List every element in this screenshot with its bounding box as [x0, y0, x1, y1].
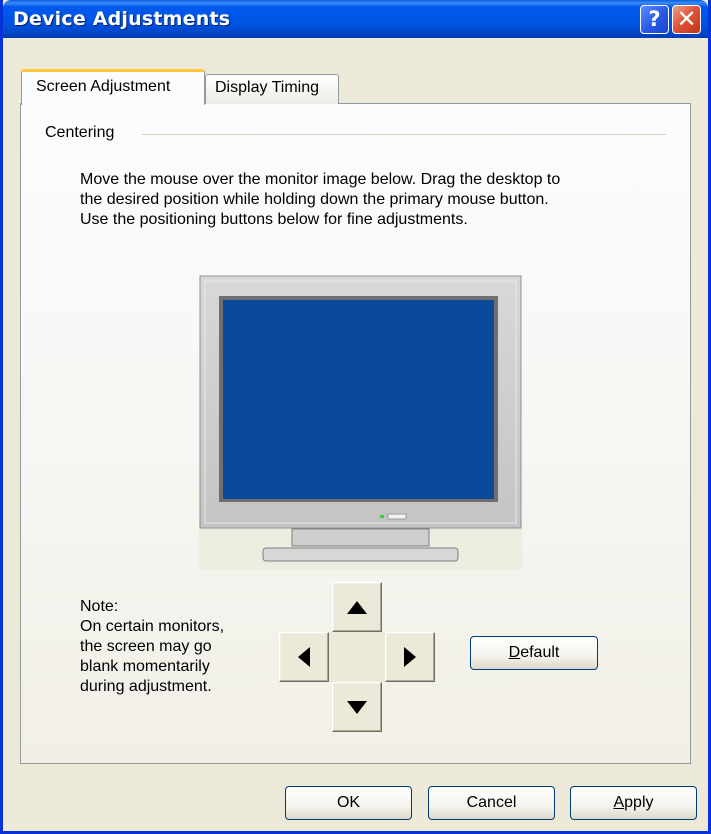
button-label: Cancel — [466, 794, 517, 811]
position-arrows — [279, 582, 435, 732]
note-line: Note: — [80, 598, 119, 615]
note-text: Note: On certain monitors, the screen ma… — [80, 597, 224, 697]
move-up-button[interactable] — [332, 582, 382, 632]
ok-button[interactable]: OK — [285, 786, 412, 820]
cancel-button[interactable]: Cancel — [428, 786, 555, 820]
help-button[interactable]: ? — [640, 5, 669, 34]
centering-group-label: Centering — [45, 124, 115, 141]
help-icon: ? — [648, 7, 661, 31]
mnemonic-letter: A — [613, 794, 625, 811]
instruction-line: Move the mouse over the monitor image be… — [80, 171, 561, 188]
note-line: blank momentarily — [80, 658, 210, 675]
tab-label: Display Timing — [215, 79, 320, 96]
button-label: pply — [624, 794, 654, 811]
note-line: during adjustment. — [80, 678, 212, 695]
arrows-center — [329, 632, 385, 682]
move-down-button[interactable] — [332, 682, 382, 732]
note-line: the screen may go — [80, 638, 212, 655]
tab-label: Screen Adjustment — [36, 78, 171, 95]
arrow-left-icon — [298, 647, 310, 667]
arrow-down-icon — [347, 701, 367, 714]
monitor-screen[interactable] — [223, 300, 494, 499]
button-label: OK — [336, 794, 361, 811]
group-divider — [142, 134, 666, 135]
note-line: On certain monitors, — [80, 618, 225, 635]
move-right-button[interactable] — [385, 632, 435, 682]
centering-instructions: Move the mouse over the monitor image be… — [80, 170, 670, 230]
button-label: efault — [520, 644, 560, 661]
apply-button[interactable]: Apply — [570, 786, 697, 820]
mnemonic-letter: D — [508, 644, 521, 661]
default-button[interactable]: Default — [470, 636, 598, 670]
arrow-up-icon — [347, 601, 367, 614]
monitor-icon — [199, 275, 522, 570]
move-left-button[interactable] — [279, 632, 329, 682]
instruction-line: Use the positioning buttons below for fi… — [80, 211, 468, 228]
window-title: Device Adjustments — [13, 8, 231, 30]
title-bar[interactable]: Device Adjustments ? ✕ — [3, 0, 708, 38]
close-icon: ✕ — [676, 5, 697, 33]
tab-screen-adjustment[interactable]: Screen Adjustment — [21, 69, 205, 105]
arrow-right-icon — [404, 647, 416, 667]
tab-display-timing[interactable]: Display Timing — [205, 74, 339, 104]
monitor-preview[interactable] — [199, 275, 524, 575]
close-button[interactable]: ✕ — [672, 5, 701, 34]
instruction-line: the desired position while holding down … — [80, 191, 549, 208]
